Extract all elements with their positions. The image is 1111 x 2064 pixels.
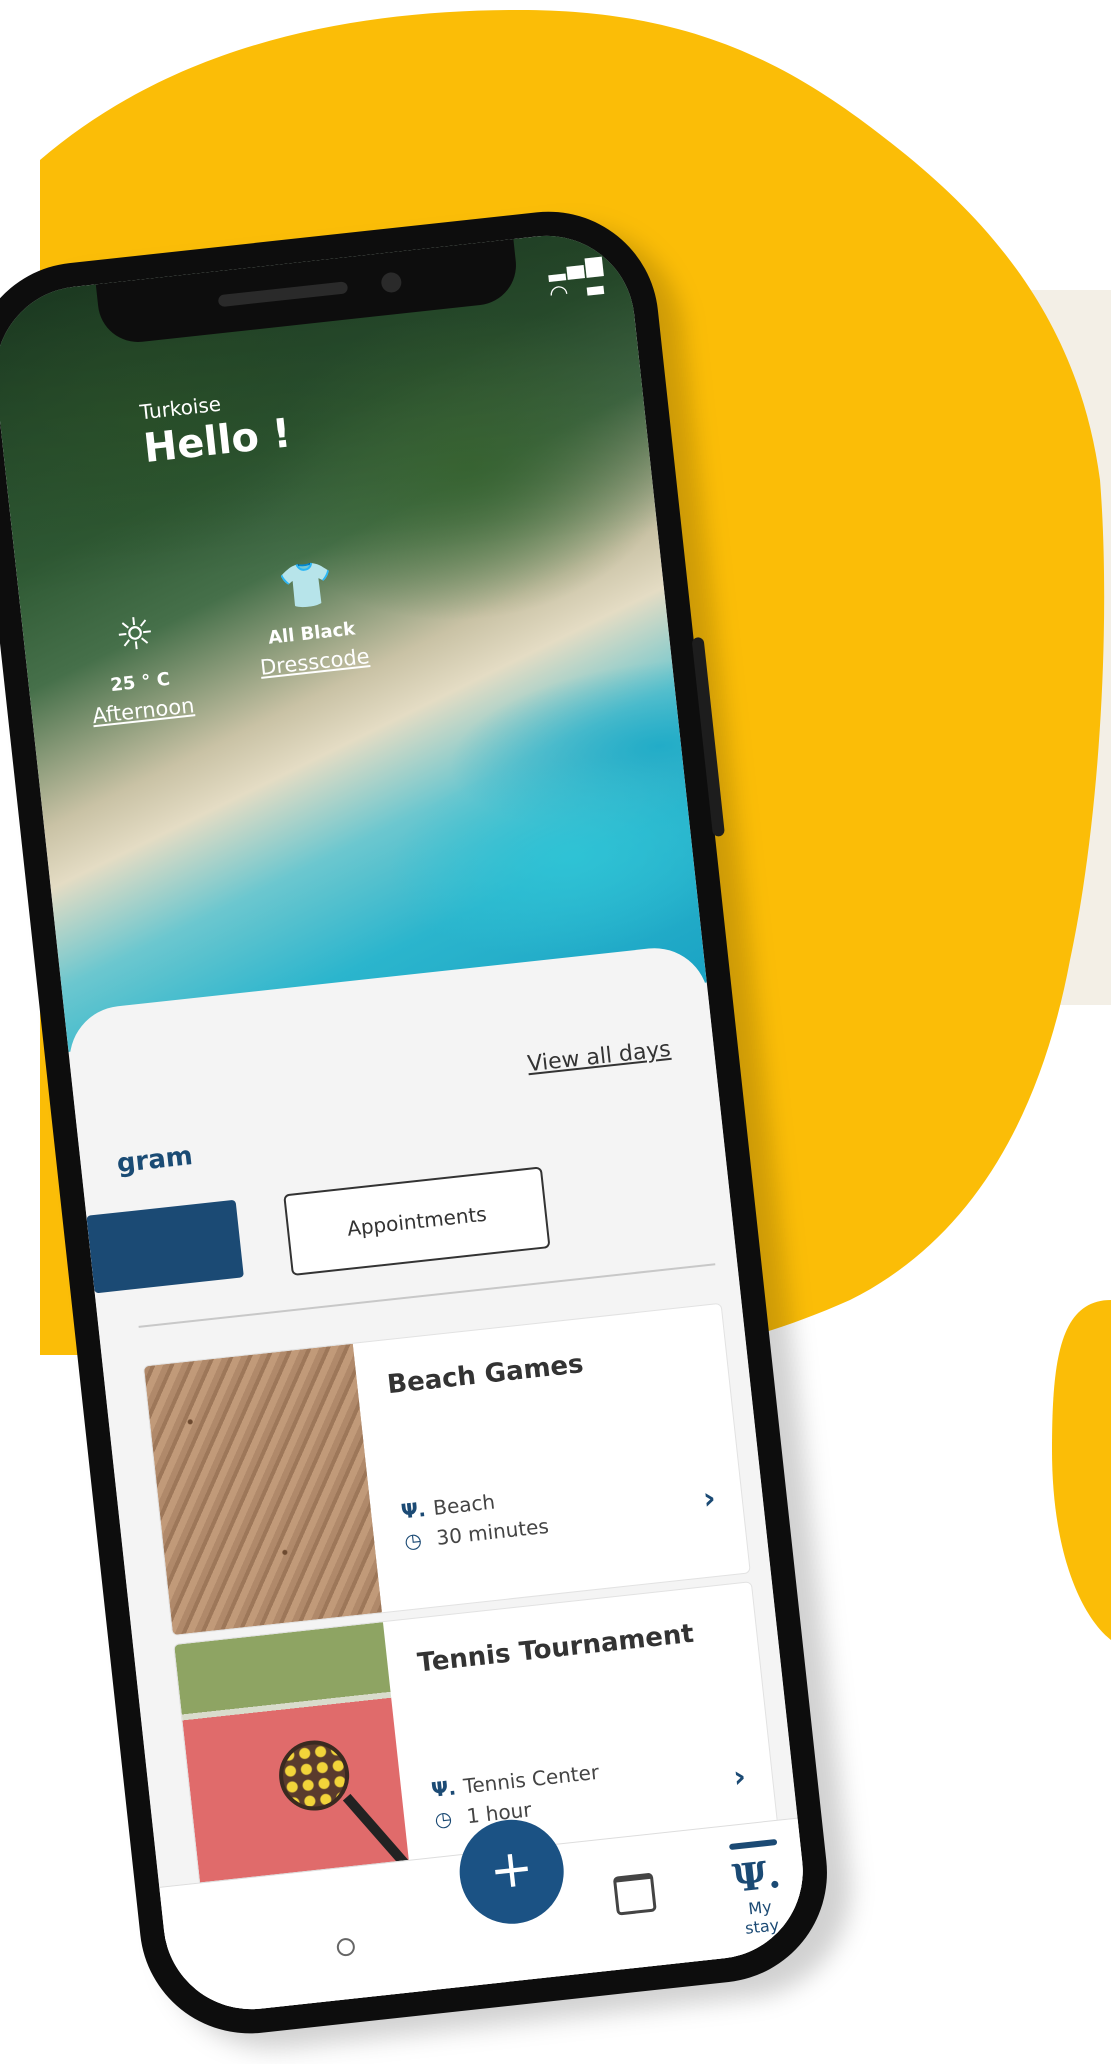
chevron-right-icon[interactable]: ›: [732, 1759, 748, 1795]
clock-icon: ◷: [433, 1805, 454, 1832]
sun-icon: ☼: [112, 607, 158, 663]
battery-icon: ▬: [583, 276, 610, 304]
dresscode-widget[interactable]: 👕 All Black Dresscode: [249, 558, 371, 680]
clock-icon: ◷: [403, 1527, 424, 1554]
activity-card[interactable]: Beach Games Ψ. Beach ◷ 30 minutes ›: [142, 1302, 751, 1637]
tab-program[interactable]: [86, 1199, 244, 1294]
activity-title: Tennis Tournament: [416, 1618, 696, 1679]
tab-appointments[interactable]: Appointments: [283, 1166, 551, 1276]
trident-icon: Ψ.: [399, 1497, 427, 1524]
activity-location: Ψ. Tennis Center: [430, 1759, 601, 1802]
weather-widget[interactable]: ☼ 25 ° C Afternoon: [82, 607, 195, 728]
wifi-icon: ◠: [549, 280, 571, 308]
trident-icon: Ψ.: [430, 1775, 458, 1802]
program-title: gram: [115, 1141, 195, 1180]
temperature-value: 25 ° C: [109, 668, 172, 697]
trident-icon: Ψ.: [730, 1850, 783, 1901]
tab-appointments-label: Appointments: [345, 1201, 488, 1241]
view-all-days-link[interactable]: View all days: [526, 1037, 672, 1077]
activity-thumbnail: [143, 1343, 382, 1635]
chevron-right-icon[interactable]: ›: [701, 1481, 717, 1517]
activity-title: Beach Games: [385, 1349, 585, 1401]
home-icon[interactable]: [335, 1937, 356, 1958]
nav-my-stay[interactable]: Ψ. My stay: [723, 1838, 793, 1939]
activity-location: Ψ. Beach: [399, 1489, 497, 1524]
calendar-icon[interactable]: [612, 1872, 657, 1916]
nav-my-stay-label: My stay: [744, 1896, 780, 1938]
status-bar: ▂▄▆ ◠ ▬: [541, 249, 633, 308]
racket-image: [275, 1736, 353, 1815]
